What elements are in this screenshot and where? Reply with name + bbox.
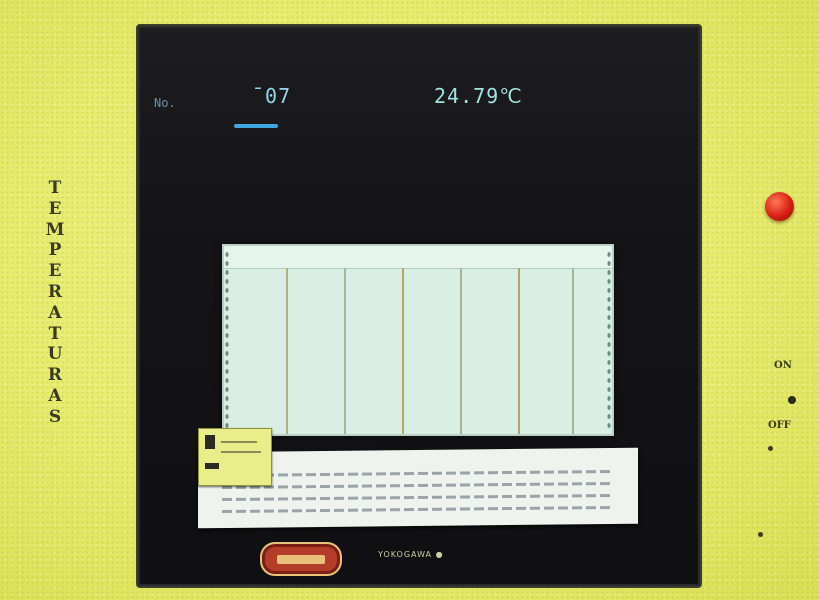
panel-title-letter: T — [48, 323, 62, 344]
printout-row — [222, 469, 614, 478]
screw-icon — [768, 446, 773, 451]
display-channel-code: ¯07 — [252, 84, 292, 108]
brand-logo — [260, 542, 342, 576]
chart-grid-line — [402, 268, 404, 434]
printout-row — [222, 505, 614, 514]
panel-title-letter: A — [48, 385, 62, 406]
chart-paper-header — [224, 246, 612, 269]
panel-title-vertical: TEMPERATURAS — [42, 178, 68, 428]
pen-mark — [221, 441, 257, 443]
maker-label: YOKOGAWA ● — [378, 550, 444, 559]
printout-row — [222, 481, 614, 490]
chart-recorder: No. ¯07 24.79℃ YOKOGAWA ● — [138, 26, 700, 586]
off-label: OFF — [768, 420, 791, 431]
panel-title-letter: M — [45, 219, 65, 240]
panel-title-letter: E — [48, 198, 62, 219]
chart-grid-line — [572, 268, 574, 434]
pen-holder-tab[interactable] — [198, 428, 272, 486]
display-temperature: 24.79℃ — [434, 84, 523, 108]
chart-grid-line — [286, 268, 288, 434]
pen-mark — [205, 463, 219, 469]
panel-title-letter: U — [47, 344, 63, 365]
brand-logo-mark — [277, 554, 325, 564]
chart-paper — [222, 244, 614, 436]
power-switch[interactable] — [788, 396, 796, 404]
panel-title-letter: E — [48, 261, 62, 282]
printout-row — [222, 493, 614, 502]
indicator-lamp — [765, 192, 794, 221]
panel-title-letter: S — [48, 406, 62, 427]
chart-grid-line — [344, 268, 346, 434]
display-channel-label: No. — [154, 96, 176, 110]
chart-perforation-left — [224, 250, 230, 430]
chart-grid-line — [518, 268, 520, 434]
on-label: ON — [774, 360, 792, 371]
panel-title-letter: T — [48, 178, 62, 198]
chart-grid-line — [460, 268, 462, 434]
display-cursor — [234, 124, 278, 128]
panel-title-letter: A — [48, 302, 62, 323]
chart-perforation-right — [606, 250, 612, 430]
panel-title-letter: P — [48, 240, 62, 261]
panel-title-letter: R — [47, 281, 63, 302]
panel-title-letter: R — [47, 365, 63, 386]
pen-mark — [221, 451, 261, 453]
screw-icon — [758, 532, 763, 537]
pen-mark — [205, 435, 215, 449]
